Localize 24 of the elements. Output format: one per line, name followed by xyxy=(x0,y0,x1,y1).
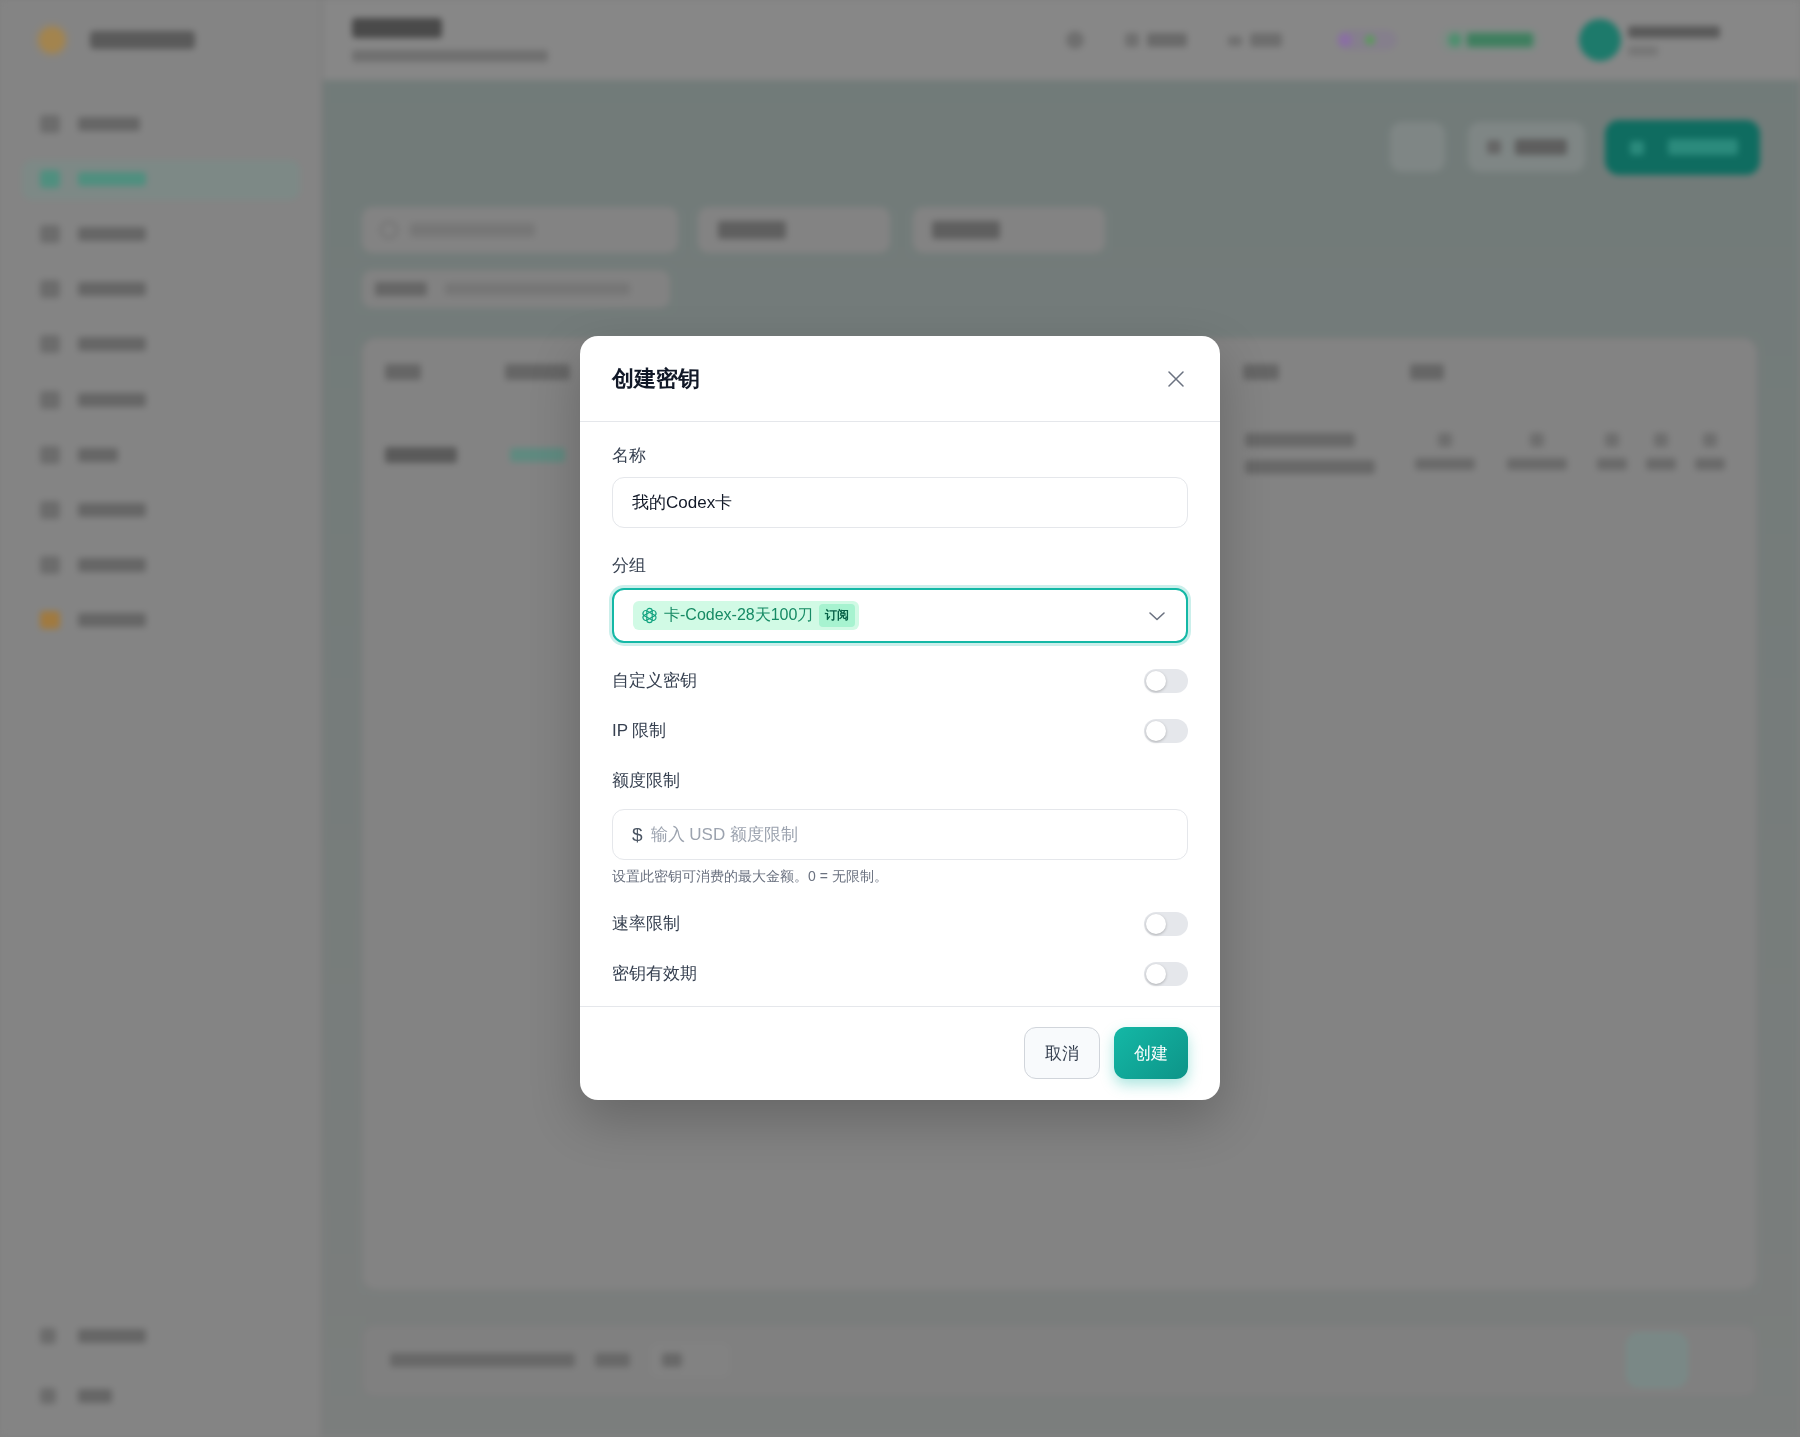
close-button[interactable] xyxy=(1168,370,1184,387)
toggle-switch[interactable] xyxy=(1144,669,1188,693)
group-name: 卡-Codex-28天100刀 xyxy=(664,605,814,625)
field-label: 名称 xyxy=(612,445,647,467)
group-select[interactable]: 卡-Codex-28天100刀 订阅 xyxy=(612,588,1188,643)
toggle-label: 自定义密钥 xyxy=(612,670,697,692)
currency-symbol: $ xyxy=(632,823,643,846)
toggle-switch[interactable] xyxy=(1144,719,1188,743)
knot-icon xyxy=(641,607,658,624)
field-label: 额度限制 xyxy=(612,770,681,792)
cancel-button[interactable]: 取消 xyxy=(1024,1027,1100,1079)
toggle-label: IP 限制 xyxy=(612,720,667,742)
close-icon xyxy=(1168,370,1184,387)
toggle-label: 速率限制 xyxy=(612,913,680,935)
toggle-label: 密钥有效期 xyxy=(612,963,697,985)
amount-input[interactable]: 输入 USD 额度限制 xyxy=(650,824,1168,845)
dialog-title: 创建密钥 xyxy=(612,364,700,393)
subscription-badge: 订阅 xyxy=(819,604,856,627)
toggle-switch[interactable] xyxy=(1144,912,1188,936)
toggle-switch[interactable] xyxy=(1144,962,1188,986)
field-label: 分组 xyxy=(612,555,647,577)
field-hint: 设置此密钥可消费的最大金额。0 = 无限制。 xyxy=(612,867,889,886)
amount-field[interactable]: $ 输入 USD 额度限制 xyxy=(612,809,1188,860)
name-input[interactable]: 我的Codex卡 xyxy=(612,477,1188,528)
